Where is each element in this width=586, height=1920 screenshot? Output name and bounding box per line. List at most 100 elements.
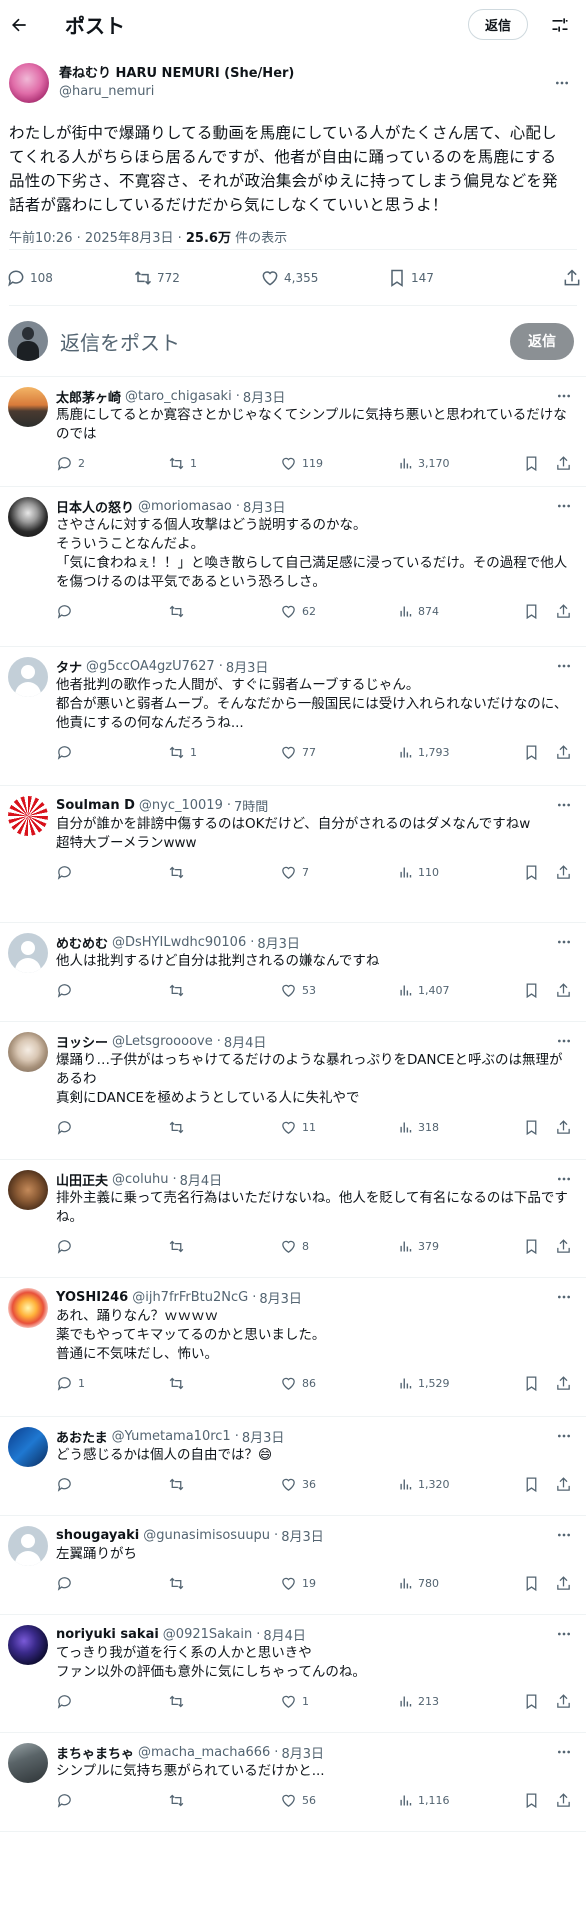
views-button[interactable]: 874 — [398, 604, 523, 619]
reply-author-name[interactable]: noriyuki sakai — [56, 1627, 159, 1642]
reply-time[interactable]: 7時間 — [234, 796, 268, 815]
reply-author-name[interactable]: shougayaki — [56, 1528, 139, 1543]
reply-item[interactable]: 太郎茅ヶ崎 @taro_chigasaki · 8月3日 馬鹿にしてるとか寛容さとかじゃ… — [0, 377, 586, 487]
reply-item[interactable]: noriyuki sakai @0921Sakain · 8月4日 てっきり我が道を行く… — [0, 1615, 586, 1733]
bookmark-button[interactable] — [523, 1476, 555, 1493]
views-button[interactable]: 110 — [398, 865, 523, 880]
reply-time[interactable]: 8月4日 — [263, 1625, 306, 1644]
author-handle[interactable]: @haru_nemuri — [59, 83, 552, 101]
reply-avatar[interactable] — [8, 1625, 48, 1665]
like-button[interactable]: 119 — [280, 455, 398, 472]
reply-button[interactable] — [56, 1238, 168, 1255]
reply-time[interactable]: 8月4日 — [180, 1170, 223, 1189]
reply-button[interactable] — [56, 603, 168, 620]
reply-button[interactable] — [56, 1693, 168, 1710]
reply-button[interactable]: 1 — [56, 1375, 168, 1392]
more-icon[interactable] — [552, 73, 572, 93]
repost-button[interactable] — [168, 1693, 280, 1710]
reply-author-name[interactable]: タナ — [56, 657, 82, 676]
reply-author-name[interactable]: Soulman D — [56, 798, 135, 813]
reply-avatar[interactable] — [8, 1170, 48, 1210]
repost-button[interactable] — [168, 1792, 280, 1809]
repost-button[interactable]: 772 — [133, 268, 260, 288]
like-button[interactable]: 77 — [280, 744, 398, 761]
like-button[interactable]: 62 — [280, 603, 398, 620]
reply-author-name[interactable]: まちゃまちゃ — [56, 1743, 134, 1762]
post-time[interactable]: 午前10:26 · 2025年8月3日 · — [9, 231, 186, 246]
reply-item[interactable]: YOSHI246 @ijh7frFrBtu2NcG · 8月3日 あれ、踊りなん？ｗｗｗ… — [0, 1278, 586, 1417]
bookmark-button[interactable] — [523, 1238, 555, 1255]
reply-author-name[interactable]: あおたま — [56, 1427, 108, 1446]
reply-button[interactable]: 108 — [6, 268, 133, 288]
like-button[interactable]: 7 — [280, 864, 398, 881]
reply-avatar[interactable] — [8, 1288, 48, 1328]
more-icon[interactable] — [554, 1624, 574, 1644]
reply-author-handle[interactable]: @nyc_10019 — [139, 798, 223, 813]
views-button[interactable]: 1,407 — [398, 983, 523, 998]
reply-item[interactable]: あおたま @Yumetama10rc1 · 8月3日 どう感じるかは個人の自由では？😄 3… — [0, 1417, 586, 1516]
adjust-icon[interactable] — [548, 13, 572, 37]
repost-button[interactable] — [168, 1119, 280, 1136]
more-icon[interactable] — [554, 1742, 574, 1762]
reply-time[interactable]: 8月3日 — [259, 1288, 302, 1307]
like-button[interactable]: 1 — [280, 1693, 398, 1710]
reply-button[interactable] — [56, 1476, 168, 1493]
more-icon[interactable] — [554, 1031, 574, 1051]
back-arrow-icon[interactable] — [7, 13, 31, 37]
views-button[interactable]: 780 — [398, 1576, 523, 1591]
reply-avatar[interactable] — [8, 497, 48, 537]
reply-author-name[interactable]: ヨッシー — [56, 1032, 108, 1051]
reply-author-handle[interactable]: @macha_macha666 — [138, 1745, 270, 1760]
reply-avatar[interactable] — [8, 1032, 48, 1072]
views-button[interactable]: 1,116 — [398, 1793, 523, 1808]
bookmark-button[interactable] — [523, 1119, 555, 1136]
like-button[interactable]: 4,355 — [260, 268, 387, 288]
share-button[interactable] — [555, 744, 572, 761]
like-button[interactable]: 53 — [280, 982, 398, 999]
reply-item[interactable]: まちゃまちゃ @macha_macha666 · 8月3日 シンプルに気持ち悪がられてい… — [0, 1733, 586, 1832]
like-button[interactable]: 36 — [280, 1476, 398, 1493]
repost-button[interactable] — [168, 864, 280, 881]
reply-button[interactable] — [56, 864, 168, 881]
reply-author-handle[interactable]: @taro_chigasaki — [125, 389, 232, 404]
reply-author-name[interactable]: 太郎茅ヶ崎 — [56, 387, 121, 406]
reply-item[interactable]: Soulman D @nyc_10019 · 7時間 自分が誰かを誹謗中傷するのはOKだ… — [0, 786, 586, 923]
share-button[interactable] — [555, 455, 572, 472]
repost-button[interactable] — [168, 1476, 280, 1493]
reply-avatar[interactable] — [8, 387, 48, 427]
my-avatar[interactable] — [8, 321, 48, 361]
views-button[interactable]: 1,320 — [398, 1477, 523, 1492]
reply-author-handle[interactable]: @0921Sakain — [163, 1627, 252, 1642]
reply-pill-button[interactable]: 返信 — [467, 9, 528, 40]
like-button[interactable]: 11 — [280, 1119, 398, 1136]
share-button[interactable] — [555, 1476, 572, 1493]
reply-author-handle[interactable]: @moriomasao — [138, 499, 232, 514]
share-button[interactable] — [555, 1575, 572, 1592]
reply-avatar[interactable] — [8, 1526, 48, 1566]
reply-time[interactable]: 8月3日 — [242, 1427, 285, 1446]
bookmark-button[interactable]: 147 — [387, 268, 514, 288]
share-button[interactable] — [555, 1792, 572, 1809]
share-button[interactable] — [555, 1238, 572, 1255]
like-button[interactable]: 56 — [280, 1792, 398, 1809]
reply-button[interactable]: 2 — [56, 455, 168, 472]
reply-author-handle[interactable]: @g5ccOA4gzU7627 — [86, 659, 215, 674]
reply-author-name[interactable]: めむめむ — [56, 933, 108, 952]
reply-author-handle[interactable]: @Yumetama10rc1 — [112, 1429, 231, 1444]
more-icon[interactable] — [554, 795, 574, 815]
share-button[interactable] — [555, 864, 572, 881]
reply-time[interactable]: 8月3日 — [243, 387, 286, 406]
reply-avatar[interactable] — [8, 1427, 48, 1467]
bookmark-button[interactable] — [523, 1375, 555, 1392]
reply-item[interactable]: shougayaki @gunasimisosuupu · 8月3日 左翼踊りがち 19 7… — [0, 1516, 586, 1615]
more-icon[interactable] — [554, 656, 574, 676]
reply-author-handle[interactable]: @DsHYILwdhc90106 — [112, 935, 246, 950]
repost-button[interactable]: 1 — [168, 744, 280, 761]
views-button[interactable]: 379 — [398, 1239, 523, 1254]
reply-avatar[interactable] — [8, 796, 48, 836]
reply-author-name[interactable]: 日本人の怒り — [56, 497, 134, 516]
reply-avatar[interactable] — [8, 1743, 48, 1783]
reply-author-handle[interactable]: @Letsgroooove — [112, 1034, 213, 1049]
reply-item[interactable]: 日本人の怒り @moriomasao · 8月3日 さやさんに対する個人攻撃はどう説明す… — [0, 487, 586, 647]
more-icon[interactable] — [554, 1169, 574, 1189]
